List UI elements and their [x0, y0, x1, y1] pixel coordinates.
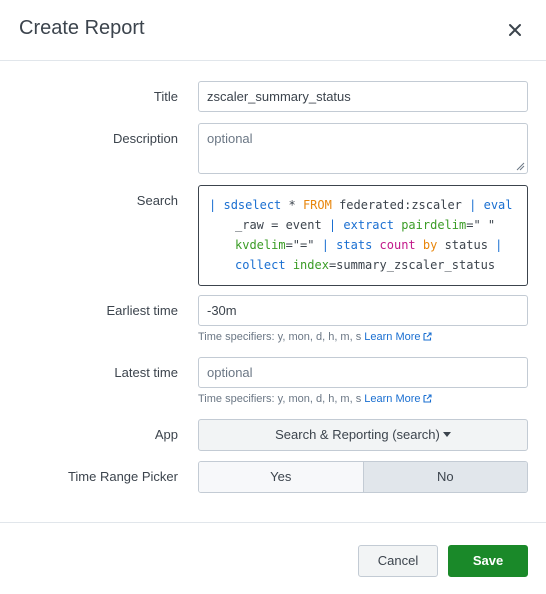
latest-time-input[interactable]: optional: [198, 357, 528, 388]
create-report-dialog: Create Report Title zscaler_summary_stat…: [0, 0, 546, 594]
earliest-time-input[interactable]: -30m: [198, 295, 528, 326]
time-range-picker-toggle: Yes No: [198, 461, 528, 493]
save-button[interactable]: Save: [448, 545, 528, 577]
search-line-1: | sdselect * FROM federated:zscaler | ev…: [209, 198, 513, 212]
app-dropdown[interactable]: Search & Reporting (search): [198, 419, 528, 451]
dialog-footer: Cancel Save: [0, 522, 546, 594]
app-label: App: [154, 427, 178, 442]
earliest-time-learn-more-link[interactable]: Learn More: [364, 331, 432, 343]
earliest-time-value: -30m: [207, 303, 237, 318]
external-link-icon: [422, 394, 432, 403]
time-range-picker-yes[interactable]: Yes: [199, 462, 363, 492]
search-editor[interactable]: | sdselect * FROM federated:zscaler | ev…: [198, 185, 528, 286]
time-range-picker-no[interactable]: No: [362, 462, 527, 492]
search-line-2: _raw = event | extract pairdelim=" ": [235, 218, 496, 232]
app-dropdown-value: Search & Reporting (search): [275, 427, 440, 442]
external-link-icon: [422, 332, 432, 341]
earliest-time-help-text: Time specifiers: y, mon, d, h, m, s: [198, 331, 362, 343]
caret-down-icon: [442, 432, 451, 437]
latest-time-placeholder: optional: [207, 365, 253, 380]
search-line-3: kvdelim="=" | stats count by status |: [235, 238, 503, 252]
latest-time-label: Latest time: [114, 365, 178, 380]
earliest-time-help: Time specifiers: y, mon, d, h, m, s Lear…: [198, 331, 432, 343]
title-input[interactable]: zscaler_summary_status: [198, 81, 528, 112]
description-textarea[interactable]: optional: [198, 123, 528, 174]
description-placeholder: optional: [207, 131, 253, 146]
latest-time-help: Time specifiers: y, mon, d, h, m, s Lear…: [198, 393, 432, 405]
search-line-4: collect index=summary_zscaler_status: [235, 258, 496, 272]
title-input-value: zscaler_summary_status: [207, 89, 351, 104]
title-label: Title: [153, 89, 178, 104]
dialog-title: Create Report: [19, 17, 145, 39]
search-label: Search: [136, 193, 178, 208]
time-range-picker-label: Time Range Picker: [67, 469, 178, 484]
close-icon[interactable]: [504, 19, 526, 41]
dialog-header: Create Report: [0, 0, 546, 61]
latest-time-learn-more-link[interactable]: Learn More: [364, 393, 432, 405]
resize-grip-icon[interactable]: [516, 162, 525, 171]
cancel-button[interactable]: Cancel: [358, 545, 438, 577]
earliest-time-label: Earliest time: [106, 303, 178, 318]
description-label: Description: [112, 131, 178, 146]
latest-time-help-text: Time specifiers: y, mon, d, h, m, s: [198, 393, 362, 405]
